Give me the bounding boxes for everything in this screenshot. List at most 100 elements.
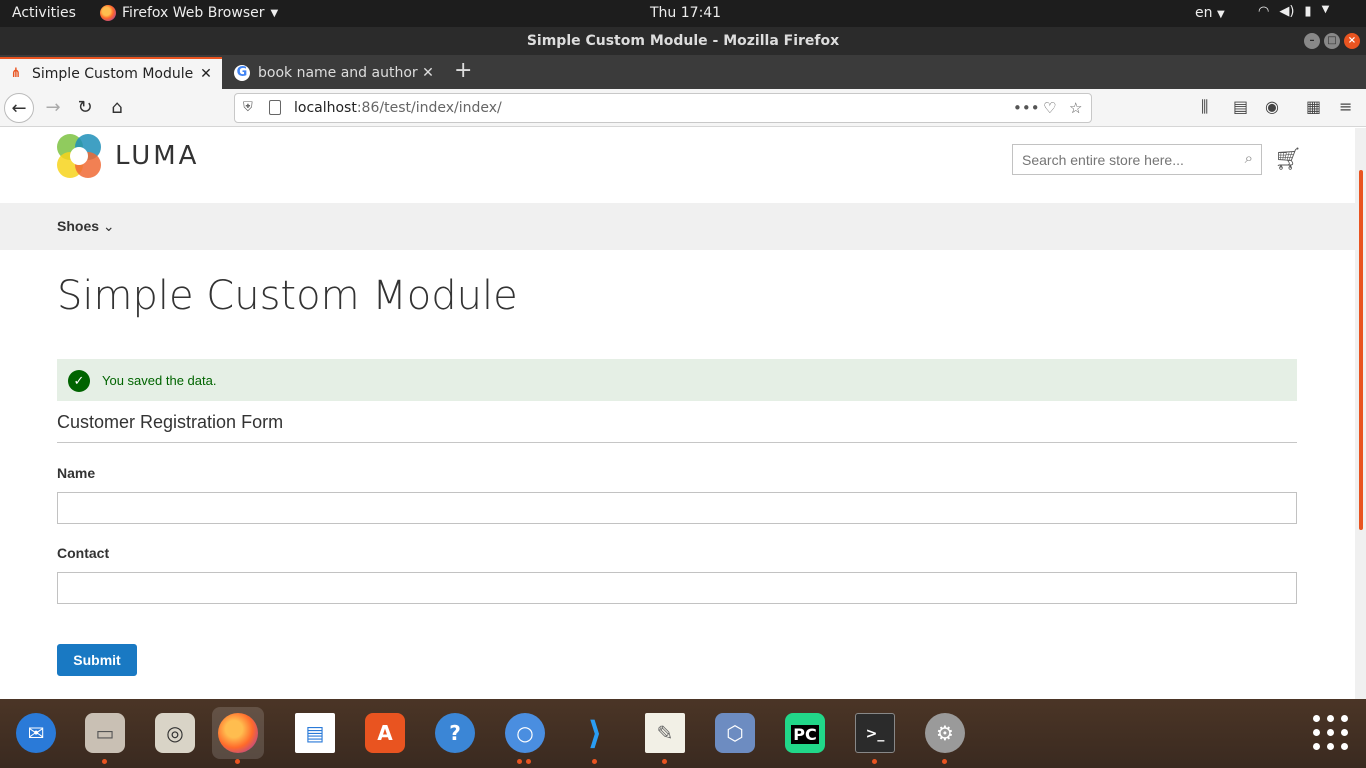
library-icon[interactable]: ⫼ <box>1201 97 1208 117</box>
running-indicator <box>872 759 877 764</box>
tab-simple-custom-module[interactable]: ⋔ Simple Custom Module ✕ <box>0 57 222 89</box>
contact-field[interactable] <box>57 572 1297 604</box>
bookmark-star-icon[interactable]: ☆ <box>1069 94 1082 122</box>
dock-help[interactable]: ? <box>429 707 481 759</box>
tab-book-name-and-author[interactable]: G book name and author - ✕ <box>226 57 444 89</box>
minimize-button[interactable]: – <box>1304 33 1320 49</box>
close-icon[interactable]: ✕ <box>420 65 436 81</box>
language-label: en <box>1195 5 1213 21</box>
running-indicator <box>942 759 947 764</box>
google-icon: G <box>234 65 250 81</box>
ubuntu-dock: ✉ ▭ ◎ ▤ A ? ○ ⟩ ✎ ⬡ PC >_ ⚙ <box>0 699 1366 768</box>
rhythmbox-icon: ◎ <box>155 713 195 753</box>
window-controls: – □ × <box>1304 33 1360 49</box>
dock-chromium[interactable]: ○ <box>499 707 551 764</box>
scrollbar-thumb[interactable] <box>1359 170 1363 530</box>
magento-icon: ⋔ <box>10 66 22 81</box>
forward-button[interactable]: → <box>38 93 68 123</box>
tab-label: Simple Custom Module <box>32 66 194 82</box>
app-menu[interactable]: Firefox Web Browser ▼ <box>100 5 278 21</box>
running-indicator <box>235 759 240 764</box>
chevron-down-icon: ▼ <box>1216 9 1225 20</box>
dock-firefox[interactable] <box>212 707 264 764</box>
dock-pycharm[interactable]: PC <box>779 707 831 759</box>
running-indicator <box>592 759 597 764</box>
submit-button[interactable]: Submit <box>57 644 137 676</box>
url-bar[interactable]: ⛨ localhost:86/test/index/index/ ••• ♡ ☆ <box>234 93 1092 123</box>
logo-text: LUMA <box>115 141 200 171</box>
pocket-icon[interactable]: ♡ <box>1043 94 1056 122</box>
running-indicator <box>517 759 522 764</box>
libreoffice-writer-icon: ▤ <box>295 713 335 753</box>
language-indicator[interactable]: en ▼ <box>1195 5 1225 21</box>
reload-button[interactable]: ↻ <box>70 93 100 123</box>
dock-virtualbox[interactable]: ⬡ <box>709 707 761 759</box>
dock-settings[interactable]: ⚙ <box>919 707 971 764</box>
name-label: Name <box>57 465 96 481</box>
chevron-down-icon: ▼ <box>1321 4 1330 15</box>
tracking-protection-icon[interactable]: ⛨ <box>243 94 253 122</box>
settings-icon: ⚙ <box>925 713 965 753</box>
virtualbox-icon: ⬡ <box>715 713 755 753</box>
chevron-down-icon: ▼ <box>270 7 279 19</box>
dock-terminal[interactable]: >_ <box>849 707 901 764</box>
menu-icon[interactable]: ≡ <box>1339 97 1352 116</box>
close-icon[interactable]: ✕ <box>198 66 214 82</box>
nav-item-label: Shoes <box>57 218 100 234</box>
window-title-bar: Simple Custom Module - Mozilla Firefox –… <box>0 27 1366 55</box>
dock-files[interactable]: ▭ <box>79 707 131 764</box>
store-logo[interactable]: LUMA <box>57 134 199 178</box>
search-input[interactable]: Search entire store here... ⌕ <box>1012 144 1262 175</box>
cart-icon[interactable]: 🛒︎ <box>1274 146 1302 172</box>
system-tray[interactable]: ◠ ◀) ▮ ▼ <box>1258 4 1329 19</box>
back-button[interactable]: ← <box>4 93 34 123</box>
volume-icon: ◀) <box>1279 4 1295 19</box>
wifi-icon: ◠ <box>1258 4 1270 19</box>
extensions-icon[interactable]: ▦ <box>1306 97 1321 116</box>
page-info-icon[interactable] <box>269 100 281 115</box>
url-host: localhost <box>294 100 357 116</box>
close-window-button[interactable]: × <box>1344 33 1360 49</box>
page-scrollbar[interactable] <box>1355 128 1366 699</box>
name-field[interactable] <box>57 492 1297 524</box>
url-path: :86/test/index/index/ <box>356 100 502 116</box>
battery-icon: ▮ <box>1304 4 1312 19</box>
dock-text-editor[interactable]: ✎ <box>639 707 691 764</box>
dock-software-center[interactable]: A <box>359 707 411 759</box>
url-text[interactable]: localhost:86/test/index/index/ <box>294 94 502 122</box>
running-indicator <box>662 759 667 764</box>
help-icon: ? <box>435 713 475 753</box>
pycharm-icon: PC <box>785 713 825 753</box>
thunderbird-icon: ✉ <box>16 713 56 753</box>
chromium-icon: ○ <box>505 713 545 753</box>
files-icon: ▭ <box>85 713 125 753</box>
category-nav: Shoes ⌄ <box>0 203 1355 250</box>
firefox-icon <box>100 5 116 21</box>
account-icon[interactable]: ◉ <box>1265 97 1279 116</box>
running-indicator <box>526 759 531 764</box>
checkmark-icon: ✓ <box>68 370 90 392</box>
success-message-text: You saved the data. <box>102 373 217 388</box>
app-menu-label: Firefox Web Browser <box>122 5 265 21</box>
dock-thunderbird[interactable]: ✉ <box>10 707 62 759</box>
form-title: Customer Registration Form <box>57 412 1297 443</box>
nav-item-shoes[interactable]: Shoes ⌄ <box>57 218 115 235</box>
maximize-button[interactable]: □ <box>1324 33 1340 49</box>
software-center-icon: A <box>365 713 405 753</box>
page-actions-icon[interactable]: ••• <box>1013 94 1040 122</box>
clock[interactable]: Thu 17:41 <box>650 5 721 21</box>
dock-libreoffice-writer[interactable]: ▤ <box>289 707 341 759</box>
show-applications-icon[interactable] <box>1313 715 1349 751</box>
firefox-icon <box>218 713 258 753</box>
dock-rhythmbox[interactable]: ◎ <box>149 707 201 759</box>
search-icon[interactable]: ⌕ <box>1245 150 1253 167</box>
dock-vscode[interactable]: ⟩ <box>569 707 621 764</box>
tab-strip: ⋔ Simple Custom Module ✕ G book name and… <box>0 55 1366 89</box>
activities-button[interactable]: Activities <box>12 5 76 21</box>
web-page: LUMA Search entire store here... ⌕ 🛒︎ Sh… <box>0 128 1355 699</box>
chevron-down-icon: ⌄ <box>102 218 115 234</box>
new-tab-button[interactable]: + <box>454 60 472 82</box>
home-button[interactable]: ⌂ <box>102 93 132 123</box>
window-title: Simple Custom Module - Mozilla Firefox <box>526 33 840 49</box>
sidebar-icon[interactable]: ▤ <box>1233 97 1248 116</box>
